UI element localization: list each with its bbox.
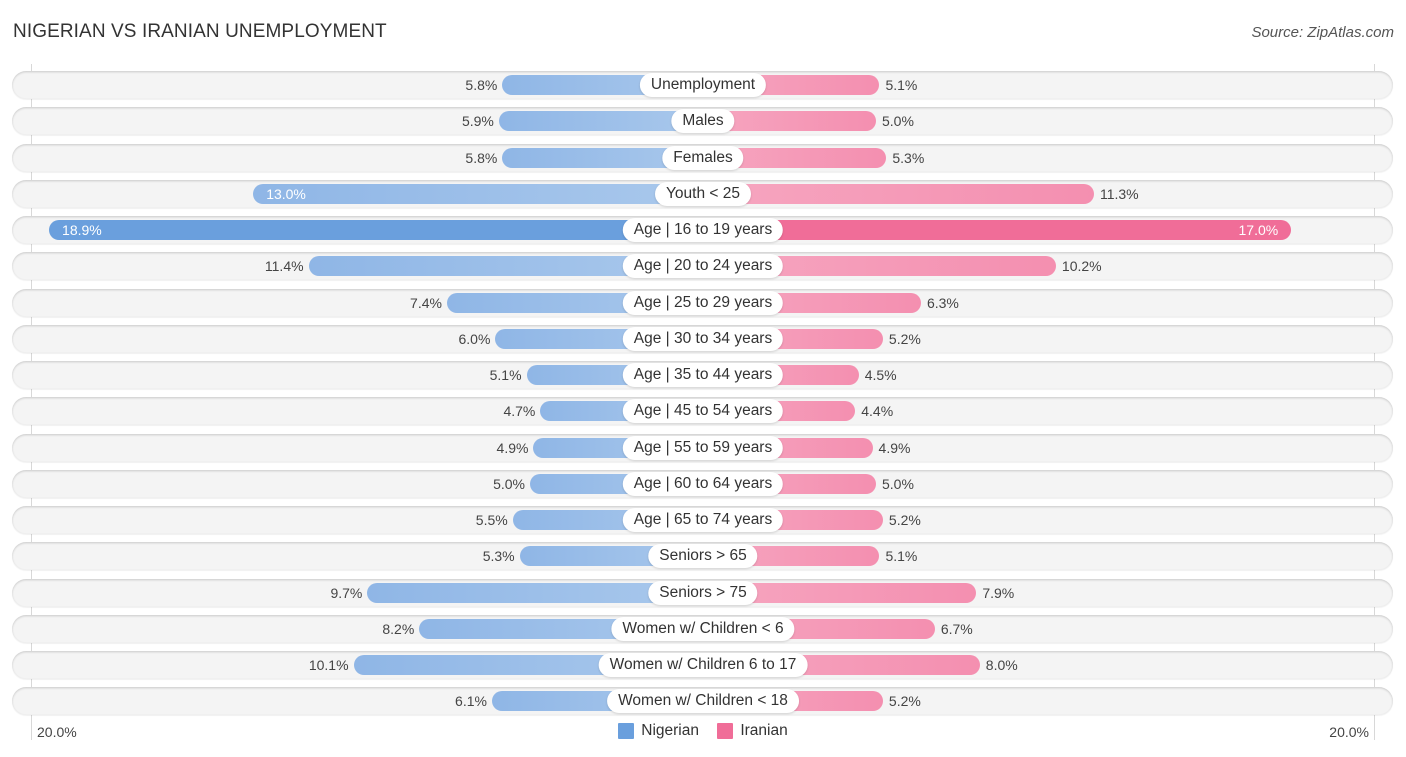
category-label: Women w/ Children < 6 (611, 617, 795, 641)
value-label-iranian: 5.0% (882, 113, 914, 129)
category-label: Women w/ Children 6 to 17 (598, 653, 808, 677)
category-label: Males (671, 109, 735, 133)
value-label-iranian: 4.9% (878, 440, 911, 456)
value-label-nigerian: 5.3% (482, 548, 515, 564)
category-label: Age | 16 to 19 years (622, 218, 784, 242)
value-label-nigerian: 5.0% (493, 476, 525, 492)
value-label-iranian: 4.4% (861, 403, 894, 419)
legend-item-iranian[interactable]: Iranian (717, 722, 788, 740)
value-label-nigerian: 6.0% (458, 331, 491, 347)
category-label: Age | 20 to 24 years (622, 254, 784, 278)
legend-swatch-nigerian (618, 723, 635, 739)
value-label-iranian: 5.2% (888, 331, 921, 347)
value-label-nigerian: 4.9% (496, 440, 529, 456)
legend-label-iranian: Iranian (740, 722, 788, 739)
value-label-iranian: 7.9% (982, 585, 1015, 601)
value-label-nigerian: 8.2% (382, 621, 415, 637)
category-label: Age | 35 to 44 years (622, 363, 784, 387)
category-label: Age | 30 to 34 years (622, 327, 784, 351)
legend-swatch-iranian (717, 723, 734, 739)
category-label: Youth < 25 (655, 182, 751, 206)
value-label-nigerian: 5.1% (489, 367, 522, 383)
value-label-iranian: 6.3% (926, 295, 959, 311)
value-label-nigerian: 4.7% (503, 403, 536, 419)
category-label: Age | 25 to 29 years (622, 291, 784, 315)
bar-iranian[interactable] (703, 184, 1094, 204)
value-label-iranian: 6.7% (940, 621, 973, 637)
value-label-iranian: 5.2% (888, 693, 921, 709)
bar-nigerian[interactable] (253, 184, 703, 204)
value-label-nigerian: 7.4% (410, 295, 442, 311)
value-label-iranian: 5.1% (885, 548, 918, 564)
category-label: Age | 65 to 74 years (622, 508, 784, 532)
value-label-nigerian: 13.0% (266, 186, 306, 202)
value-label-iranian: 5.2% (888, 512, 921, 528)
value-label-iranian: 8.0% (985, 657, 1018, 673)
category-label: Age | 55 to 59 years (622, 436, 784, 460)
value-label-iranian: 5.0% (882, 476, 914, 492)
value-label-nigerian: 18.9% (62, 222, 102, 238)
value-label-iranian: 5.3% (892, 150, 925, 166)
value-label-nigerian: 5.9% (461, 113, 494, 129)
value-label-nigerian: 5.5% (475, 512, 508, 528)
value-label-nigerian: 5.8% (465, 150, 498, 166)
value-label-iranian: 10.2% (1061, 258, 1102, 274)
legend-label-nigerian: Nigerian (641, 722, 699, 739)
value-label-iranian: 17.0% (1238, 222, 1279, 238)
value-label-nigerian: 6.1% (455, 693, 487, 709)
bar-nigerian[interactable] (49, 220, 703, 240)
category-label: Women w/ Children < 18 (607, 689, 799, 713)
value-label-nigerian: 5.8% (465, 77, 498, 93)
diverging-bar-chart: 5.8% 5.1% Unemployment 5.9% 5.0% Males 5.8% 5.3… (0, 0, 1406, 757)
category-label: Females (662, 146, 744, 170)
category-label: Age | 60 to 64 years (622, 472, 784, 496)
value-label-iranian: 4.5% (864, 367, 897, 383)
value-label-iranian: 5.1% (885, 77, 918, 93)
category-label: Age | 45 to 54 years (622, 399, 784, 423)
value-label-nigerian: 10.1% (308, 657, 349, 673)
value-label-nigerian: 11.4% (264, 258, 304, 274)
legend-item-nigerian[interactable]: Nigerian (618, 722, 699, 740)
category-label: Seniors > 75 (648, 581, 758, 605)
value-label-iranian: 11.3% (1099, 186, 1139, 202)
legend: Nigerian Iranian (0, 722, 1406, 744)
category-label: Unemployment (639, 73, 767, 97)
value-label-nigerian: 9.7% (330, 585, 363, 601)
bar-iranian[interactable] (703, 220, 1292, 240)
category-label: Seniors > 65 (648, 544, 758, 568)
